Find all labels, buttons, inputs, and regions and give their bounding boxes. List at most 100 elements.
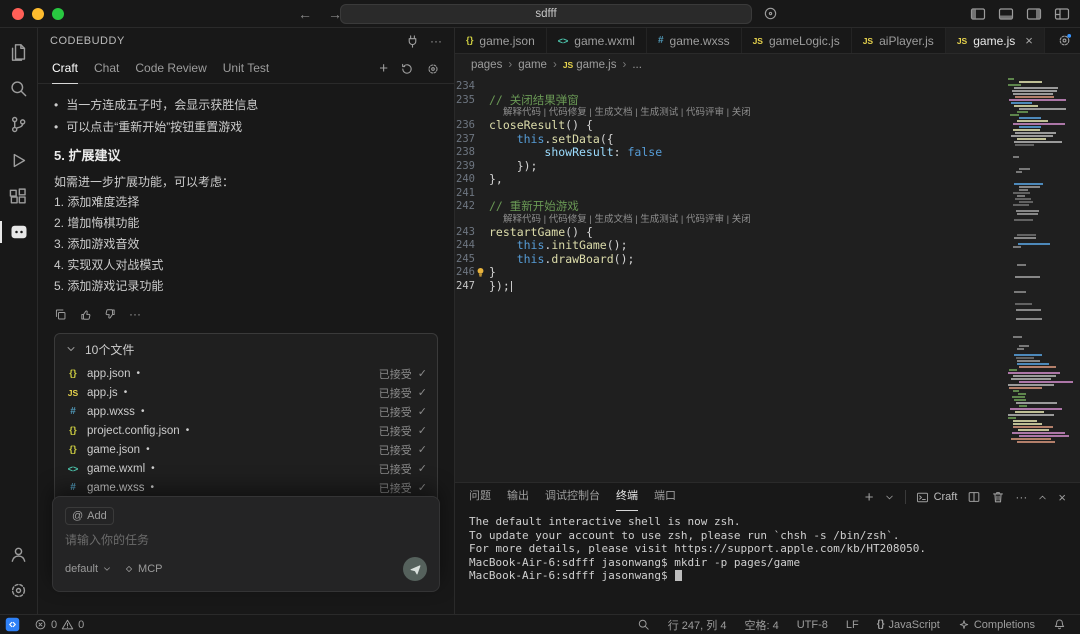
titlebar-widget-icon[interactable] — [763, 6, 778, 21]
close-icon[interactable]: × — [1025, 33, 1033, 48]
breadcrumb-item-game-js[interactable]: JSgame.js — [563, 59, 617, 71]
code-line: 239 }); — [455, 160, 1080, 174]
activity-search[interactable] — [0, 70, 38, 106]
panel-tab-idx-2[interactable]: 调试控制台 — [545, 483, 600, 511]
toggle-panel-icon[interactable] — [998, 6, 1014, 22]
editor-tab-gamelogic-js[interactable]: JSgameLogic.js — [742, 28, 852, 53]
editor-tab-game-js[interactable]: JSgame.js× — [946, 28, 1045, 53]
kill-terminal-icon[interactable] — [991, 490, 1005, 504]
more-actions-icon[interactable]: ··· — [1015, 490, 1027, 504]
thumbs-down-icon[interactable] — [104, 308, 117, 321]
notifications-bell[interactable] — [1051, 615, 1068, 634]
panel-tabs: 问题输出调试控制台终端端口 — [469, 483, 676, 511]
settings-gear-icon[interactable] — [1057, 33, 1072, 48]
file-row-project-config-json[interactable]: {}project.config.json•已接受✓ — [55, 421, 437, 440]
activity-run-debug[interactable] — [0, 142, 38, 178]
split-terminal-icon[interactable] — [967, 490, 981, 504]
minimap-line — [1015, 144, 1034, 146]
changed-files-header[interactable]: 10个文件 — [55, 334, 437, 364]
encoding-status[interactable]: UTF-8 — [795, 615, 830, 634]
file-row-game-wxss[interactable]: #game.wxss•已接受✓ — [55, 478, 437, 497]
zoom-status[interactable] — [635, 615, 652, 634]
breadcrumb: pages›game›JSgame.js›... — [455, 54, 1080, 76]
sidebar-tab-code-review[interactable]: Code Review — [135, 54, 206, 84]
problems-status[interactable]: 0 0 — [32, 615, 86, 634]
eol-status[interactable]: LF — [844, 615, 861, 634]
language-status[interactable]: {} JavaScript — [875, 615, 942, 634]
activity-account[interactable] — [0, 536, 38, 572]
more-actions-icon[interactable]: ··· — [430, 34, 442, 48]
minimize-window-button[interactable] — [32, 8, 44, 20]
check-icon: ✓ — [418, 424, 427, 437]
minimap-line — [1014, 291, 1026, 293]
panel-tab-idx-3[interactable]: 终端 — [616, 483, 638, 511]
breadcrumb-item-pages[interactable]: pages — [471, 59, 502, 71]
panel-tab-idx-0[interactable]: 问题 — [469, 483, 491, 511]
file-row-app-json[interactable]: {}app.json•已接受✓ — [55, 364, 437, 383]
activity-settings[interactable] — [0, 572, 38, 608]
activity-source-control[interactable] — [0, 106, 38, 142]
panel-tab-idx-1[interactable]: 输出 — [507, 483, 529, 511]
new-task-icon[interactable]: + — [379, 60, 388, 77]
breadcrumb-item-more[interactable]: ... — [632, 59, 642, 71]
editor-tab-bar: {}game.json<>game.wxml#game.wxssJSgameLo… — [455, 28, 1080, 54]
bottom-panel: 问题输出调试控制台终端端口 + Craft ··· × — [455, 482, 1080, 614]
code-content: this.setData({ — [489, 133, 614, 147]
code-editor[interactable]: 234235// 关闭结果弹窗解释代码 | 代码修复 | 生成文档 | 生成测试… — [455, 76, 1080, 482]
plug-icon[interactable] — [405, 34, 420, 49]
mcp-toggle[interactable]: MCP — [124, 563, 162, 575]
remote-indicator[interactable] — [0, 615, 24, 634]
new-terminal-icon[interactable]: + — [865, 489, 874, 506]
copy-icon[interactable] — [54, 308, 67, 321]
editor-tab-game-wxml[interactable]: <>game.wxml — [547, 28, 647, 53]
zoom-window-button[interactable] — [52, 8, 64, 20]
minimap-line — [1019, 168, 1030, 170]
history-icon[interactable] — [400, 62, 414, 76]
editor-tab-game-json[interactable]: {}game.json — [455, 28, 547, 53]
add-context-button[interactable]: @ Add — [65, 507, 114, 525]
cursor-position[interactable]: 行 247, 列 4 — [666, 615, 729, 634]
close-window-button[interactable] — [12, 8, 24, 20]
maximize-panel-icon[interactable] — [1037, 492, 1048, 503]
customize-layout-icon[interactable] — [1054, 6, 1070, 22]
file-row-game-wxml[interactable]: <>game.wxml•已接受✓ — [55, 459, 437, 478]
code-token: ({ — [600, 132, 614, 146]
panel-tab-idx-4[interactable]: 端口 — [654, 483, 676, 511]
modified-dot-icon: • — [186, 425, 190, 436]
task-input[interactable] — [65, 533, 427, 547]
activity-extensions[interactable] — [0, 178, 38, 214]
send-button[interactable] — [403, 557, 427, 581]
indentation-status[interactable]: 空格: 4 — [742, 615, 780, 634]
terminal-output[interactable]: The default interactive shell is now zsh… — [455, 511, 1080, 614]
model-selector[interactable]: default — [65, 563, 112, 575]
command-center-search[interactable]: sdfff — [340, 4, 752, 24]
file-row-app-js[interactable]: JSapp.js•已接受✓ — [55, 383, 437, 402]
toggle-primary-sidebar-icon[interactable] — [970, 6, 986, 22]
file-row-app-wxss[interactable]: #app.wxss•已接受✓ — [55, 402, 437, 421]
layout-controls — [970, 6, 1070, 22]
minimap-line — [1011, 135, 1053, 137]
code-content: }); — [489, 160, 537, 174]
activity-explorer[interactable] — [0, 34, 38, 70]
terminal-profile-chevron-icon[interactable] — [884, 492, 895, 503]
file-row-game-json[interactable]: {}game.json•已接受✓ — [55, 440, 437, 459]
terminal-instance-craft[interactable]: Craft — [916, 491, 958, 504]
minimap-line — [1019, 366, 1056, 368]
sidebar-tab-craft[interactable]: Craft — [52, 54, 78, 84]
sidebar-tab-chat[interactable]: Chat — [94, 54, 119, 84]
more-actions-icon[interactable]: ··· — [129, 307, 141, 321]
editor-tab-game-wxss[interactable]: #game.wxss — [647, 28, 742, 53]
breadcrumb-item-game[interactable]: game — [518, 59, 547, 71]
activity-codebuddy[interactable] — [0, 214, 38, 250]
settings-gear-icon[interactable] — [426, 62, 440, 76]
editor-tab-aiplayer-js[interactable]: JSaiPlayer.js — [852, 28, 946, 53]
back-icon[interactable]: ← — [298, 6, 312, 22]
line-number: 235 — [455, 94, 489, 108]
toggle-secondary-sidebar-icon[interactable] — [1026, 6, 1042, 22]
sidebar-tab-unit-test[interactable]: Unit Test — [223, 54, 269, 84]
minimap[interactable] — [1008, 78, 1074, 450]
lightbulb-icon[interactable] — [474, 266, 487, 279]
close-panel-icon[interactable]: × — [1058, 490, 1066, 505]
thumbs-up-icon[interactable] — [79, 308, 92, 321]
completions-status[interactable]: Completions — [956, 615, 1037, 634]
